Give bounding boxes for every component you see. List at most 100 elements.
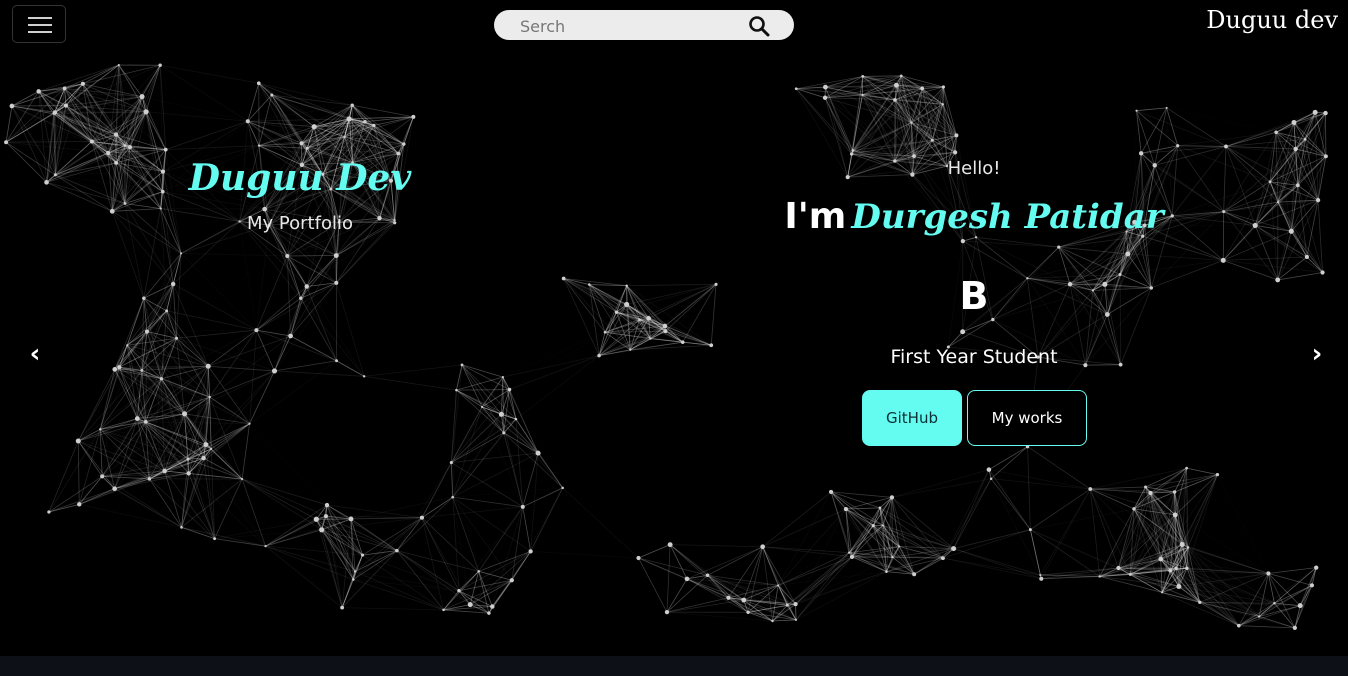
network-link [1030,529,1100,577]
network-node [501,376,504,379]
network-link [795,556,853,621]
network-node [1252,222,1258,228]
network-node [1116,565,1121,571]
search-input[interactable] [518,14,732,38]
network-link [181,253,256,330]
network-link [49,479,149,512]
intro-prefix: I'm [784,196,847,237]
network-node [638,318,641,321]
network-node [1312,109,1318,115]
network-link [953,529,1031,550]
network-node [481,405,484,409]
network-link [256,329,337,362]
network-link [46,181,113,212]
network-node [1158,556,1164,562]
network-link [686,546,763,580]
network-node [1257,615,1261,618]
network-node [1168,568,1173,573]
network-node [117,64,120,67]
network-node [1275,277,1281,283]
network-link [396,550,479,572]
network-node [126,344,129,347]
network-node [1172,512,1178,518]
network-node [127,145,133,150]
network-node [411,114,416,119]
network-node [1198,600,1202,605]
network-node [828,489,834,494]
network-link [290,255,337,337]
network-node [348,516,354,522]
network-link [669,544,729,599]
network-node [1138,151,1144,156]
network-link [848,497,893,553]
network-node [350,103,354,107]
menu-bar [28,17,52,19]
network-link [991,478,1091,490]
network-node [467,602,473,608]
network-link [271,94,350,120]
network-link [306,286,337,361]
network-link [421,462,452,518]
hamburger-menu-icon[interactable] [12,5,66,43]
network-node [507,387,512,392]
network-link [503,332,605,377]
network-node [47,510,51,514]
chevron-right-icon[interactable]: › [1304,340,1330,368]
network-node [850,152,854,156]
network-node [663,329,668,334]
network-node [1291,120,1297,125]
network-link [787,509,846,605]
network-link [48,476,103,513]
network-node [794,87,798,91]
network-node [256,81,261,86]
network-link [5,105,13,143]
github-button[interactable]: GitHub [862,390,962,446]
network-node [288,333,293,339]
network-link [149,478,182,528]
network-link [444,497,453,610]
network-node [881,524,884,527]
network-node [460,363,464,367]
network-node [363,119,367,124]
chevron-left-icon[interactable]: ‹ [22,340,48,368]
network-node [175,336,179,340]
network-node [664,609,670,615]
network-node [139,94,145,100]
network-link [1223,256,1307,261]
search-icon[interactable] [748,15,770,37]
network-node [597,353,601,358]
network-link [1030,530,1130,575]
network-node [186,471,191,476]
network-node [777,584,780,587]
network-link [256,282,337,331]
network-node [99,428,102,431]
network-link [112,208,161,212]
network-node [106,150,111,156]
network-node [335,359,338,363]
network-link [990,478,1031,530]
network-node [1314,565,1319,570]
network-link [451,463,562,488]
network-node [1185,466,1188,470]
network-link [481,389,510,408]
network-link [762,546,796,605]
network-node [1288,228,1294,234]
network-link [172,283,257,331]
network-link [274,360,337,372]
network-node [561,486,564,490]
network-node [1174,566,1178,570]
network-link [886,557,944,573]
network-node [53,173,57,177]
network-link [456,389,510,391]
network-node [1220,257,1226,263]
network-node [587,283,591,286]
network-link [530,487,564,552]
network-node [77,502,82,507]
greeting: Hello! [947,158,1001,179]
network-link [48,440,79,513]
network-link [166,83,259,149]
network-node [163,147,168,152]
network-node [4,140,9,145]
my-works-button[interactable]: My works [967,390,1087,446]
network-node [849,554,855,559]
